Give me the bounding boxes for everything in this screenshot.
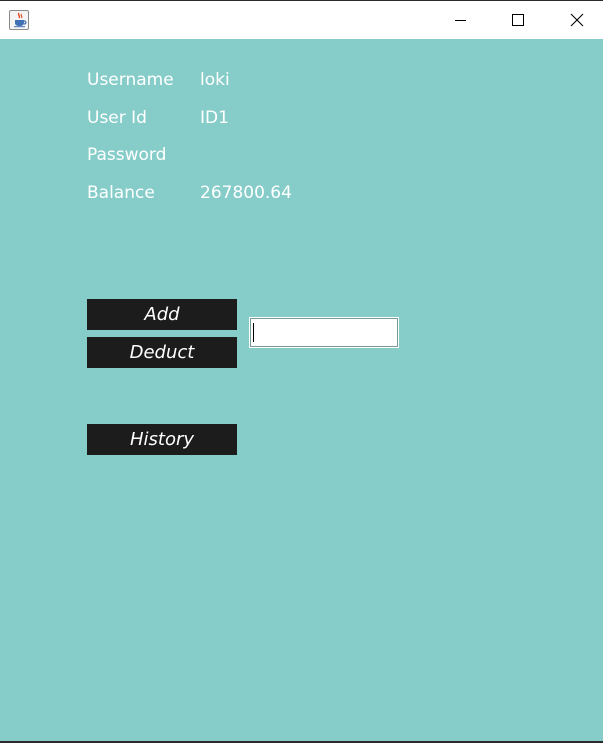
username-value: loki xyxy=(200,70,230,90)
balance-value: 267800.64 xyxy=(200,183,292,203)
maximize-icon xyxy=(512,14,524,26)
maximize-button[interactable] xyxy=(495,1,541,39)
title-bar[interactable] xyxy=(0,1,603,39)
minimize-icon xyxy=(455,20,466,21)
balance-label: Balance xyxy=(87,183,155,203)
text-cursor xyxy=(253,323,254,342)
history-button[interactable]: History xyxy=(87,424,237,455)
account-panel: Username loki User Id ID1 Password Balan… xyxy=(0,39,603,741)
minimize-button[interactable] xyxy=(437,1,483,39)
app-window: Username loki User Id ID1 Password Balan… xyxy=(0,0,603,743)
deduct-button[interactable]: Deduct xyxy=(87,337,237,368)
close-icon xyxy=(570,13,584,27)
userid-label: User Id xyxy=(87,108,147,128)
password-label: Password xyxy=(87,145,167,165)
amount-input[interactable] xyxy=(249,317,399,348)
username-label: Username xyxy=(87,70,174,90)
close-button[interactable] xyxy=(553,1,599,39)
userid-value: ID1 xyxy=(200,108,229,128)
java-coffee-cup-icon[interactable] xyxy=(9,10,29,30)
add-button[interactable]: Add xyxy=(87,299,237,330)
